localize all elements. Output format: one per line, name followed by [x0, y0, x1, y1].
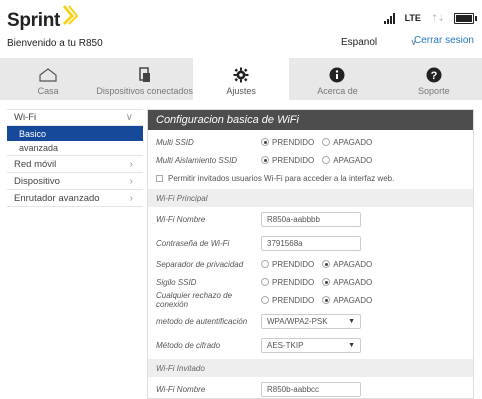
chevron-down-icon: ∨: [125, 112, 133, 123]
sidebar-item-basic[interactable]: Basico: [7, 126, 143, 141]
sidebar-item-label: Basico: [19, 128, 47, 139]
guest-access-label: Permitir invitados usuarios Wi-Fi para a…: [168, 173, 395, 183]
ssid-stealth-off-radio[interactable]: APAGADO: [322, 278, 372, 287]
panel-title: Configuracion basica de WiFi: [148, 110, 473, 130]
caret-down-icon: ▼: [348, 341, 355, 349]
tab-support[interactable]: ? Soporte: [385, 58, 482, 100]
privacy-separator-off-radio[interactable]: APAGADO: [322, 260, 372, 269]
multi-isolation-off-radio[interactable]: APAGADO: [322, 156, 372, 165]
wifi-basic-panel: Configuracion basica de WiFi Multi SSID …: [147, 109, 474, 399]
language-select[interactable]: Espanol ∨: [337, 34, 421, 50]
multi-isolation-row: Multi Aislamiento SSID PRENDIDO APAGADO: [148, 151, 473, 169]
status-icons: LTE ⇡⇣: [383, 12, 477, 24]
auth-method-row: metodo de autentificación WPA/WPA2-PSK ▼: [148, 309, 473, 333]
multi-isolation-label: Multi Aislamiento SSID: [156, 155, 238, 165]
signal-strength-icon: [383, 12, 395, 24]
reject-any-on-radio[interactable]: PRENDIDO: [261, 296, 314, 305]
cipher-method-select[interactable]: AES-TKIP ▼: [261, 337, 361, 353]
data-activity-icon: ⇡⇣: [430, 12, 445, 23]
sidebar-item-wifi[interactable]: Wi-Fi ∨: [7, 109, 143, 126]
tab-support-label: Soporte: [418, 86, 450, 96]
guest-access-checkbox[interactable]: [156, 174, 163, 182]
privacy-separator-label: Separador de privacidad: [156, 259, 244, 269]
chevron-right-icon: ›: [129, 192, 133, 204]
cipher-method-row: Método de cifrado AES-TKIP ▼: [148, 333, 473, 357]
lte-indicator: LTE: [404, 13, 421, 23]
tab-about-label: Acerca de: [317, 86, 358, 96]
ssid-stealth-on-radio[interactable]: PRENDIDO: [261, 278, 314, 287]
settings-sidebar: Wi-Fi ∨ Basico avanzada Red móvil › Disp…: [7, 109, 143, 207]
wifi-password-input[interactable]: 3791568a: [261, 235, 361, 251]
tab-connected-devices[interactable]: Dispositivos conectados: [96, 58, 193, 100]
main-nav: Casa Dispositivos conectados Ajustes Ace…: [0, 58, 482, 100]
sidebar-item-advanced[interactable]: avanzada: [7, 141, 143, 156]
sidebar-item-advanced-router[interactable]: Enrutador avanzado ›: [7, 190, 143, 207]
guest-access-row: Permitir invitados usuarios Wi-Fi para a…: [148, 169, 473, 187]
sidebar-item-label: Enrutador avanzado: [14, 192, 100, 204]
guest-wifi-name-label: Wi-Fi Nombre: [156, 384, 206, 394]
sidebar-item-mobile-network[interactable]: Red móvil ›: [7, 156, 143, 173]
sidebar-item-label: Red móvil: [14, 158, 57, 170]
privacy-separator-row: Separador de privacidad PRENDIDO APAGADO: [148, 255, 473, 273]
sidebar-item-label: Dispositivo: [14, 175, 60, 187]
ssid-stealth-row: Sigilo SSID PRENDIDO APAGADO: [148, 273, 473, 291]
wifi-password-label: Contraseña de Wi-Fi: [156, 238, 230, 248]
battery-icon: [454, 12, 477, 24]
tab-connected-devices-label: Dispositivos conectados: [96, 86, 193, 96]
sidebar-item-label: Wi-Fi: [14, 112, 37, 123]
multi-ssid-label: Multi SSID: [156, 137, 194, 147]
chevron-right-icon: ›: [129, 158, 133, 170]
guest-wifi-name-input[interactable]: R850b-aabbcc: [261, 381, 361, 397]
multi-ssid-off-radio[interactable]: APAGADO: [322, 138, 372, 147]
auth-method-value: WPA/WPA2-PSK: [267, 316, 328, 326]
tab-home-label: Casa: [37, 86, 59, 96]
reject-any-label: Cualquier rechazo de conexión: [156, 291, 233, 309]
multi-isolation-on-radio[interactable]: PRENDIDO: [261, 156, 314, 165]
wifi-password-row: Contraseña de Wi-Fi 3791568a: [148, 231, 473, 255]
multi-ssid-on-radio[interactable]: PRENDIDO: [261, 138, 314, 147]
brand-logo: Sprint: [7, 10, 61, 31]
welcome-text: Bienvenido a tu R850: [7, 38, 103, 49]
auth-method-label: metodo de autentificación: [156, 316, 248, 326]
privacy-separator-on-radio[interactable]: PRENDIDO: [261, 260, 314, 269]
sprint-swoosh-icon: [62, 5, 79, 26]
tab-settings-label: Ajustes: [226, 86, 256, 96]
auth-method-select[interactable]: WPA/WPA2-PSK ▼: [261, 313, 361, 329]
cipher-method-label: Método de cifrado: [156, 340, 221, 350]
section-main-wifi: Wi-Fi Principal: [148, 189, 473, 207]
svg-text:?: ?: [430, 70, 437, 82]
section-guest-wifi: Wi-Fi Invitado: [148, 359, 473, 377]
tab-about[interactable]: Acerca de: [289, 58, 386, 100]
wifi-name-label: Wi-Fi Nombre: [156, 214, 206, 224]
wifi-name-input[interactable]: R850a-aabbbb: [261, 211, 361, 227]
sidebar-item-label: avanzada: [19, 143, 59, 153]
guest-wifi-name-row: Wi-Fi Nombre R850b-aabbcc: [148, 377, 473, 399]
header: Sprint Bienvenido a tu R850 LTE ⇡⇣ Espan…: [0, 0, 482, 58]
ssid-stealth-label: Sigilo SSID: [156, 277, 197, 287]
caret-down-icon: ▼: [348, 317, 355, 325]
tab-settings[interactable]: Ajustes: [192, 58, 290, 100]
reject-any-off-radio[interactable]: APAGADO: [322, 296, 372, 305]
language-select-value: Espanol: [341, 36, 378, 48]
sidebar-item-device[interactable]: Dispositivo ›: [7, 173, 143, 190]
cipher-method-value: AES-TKIP: [267, 340, 304, 350]
wifi-name-row: Wi-Fi Nombre R850a-aabbbb: [148, 207, 473, 231]
home-icon: [39, 66, 57, 84]
gear-icon: [233, 66, 249, 84]
reject-any-row: Cualquier rechazo de conexión PRENDIDO A…: [148, 291, 473, 309]
connected-devices-icon: [138, 66, 152, 84]
tab-home[interactable]: Casa: [0, 58, 97, 100]
multi-ssid-row: Multi SSID PRENDIDO APAGADO: [148, 133, 473, 151]
info-icon: [329, 66, 345, 84]
chevron-right-icon: ›: [129, 175, 133, 187]
logout-link[interactable]: Cerrar sesion: [414, 35, 474, 46]
help-icon: ?: [426, 66, 442, 84]
